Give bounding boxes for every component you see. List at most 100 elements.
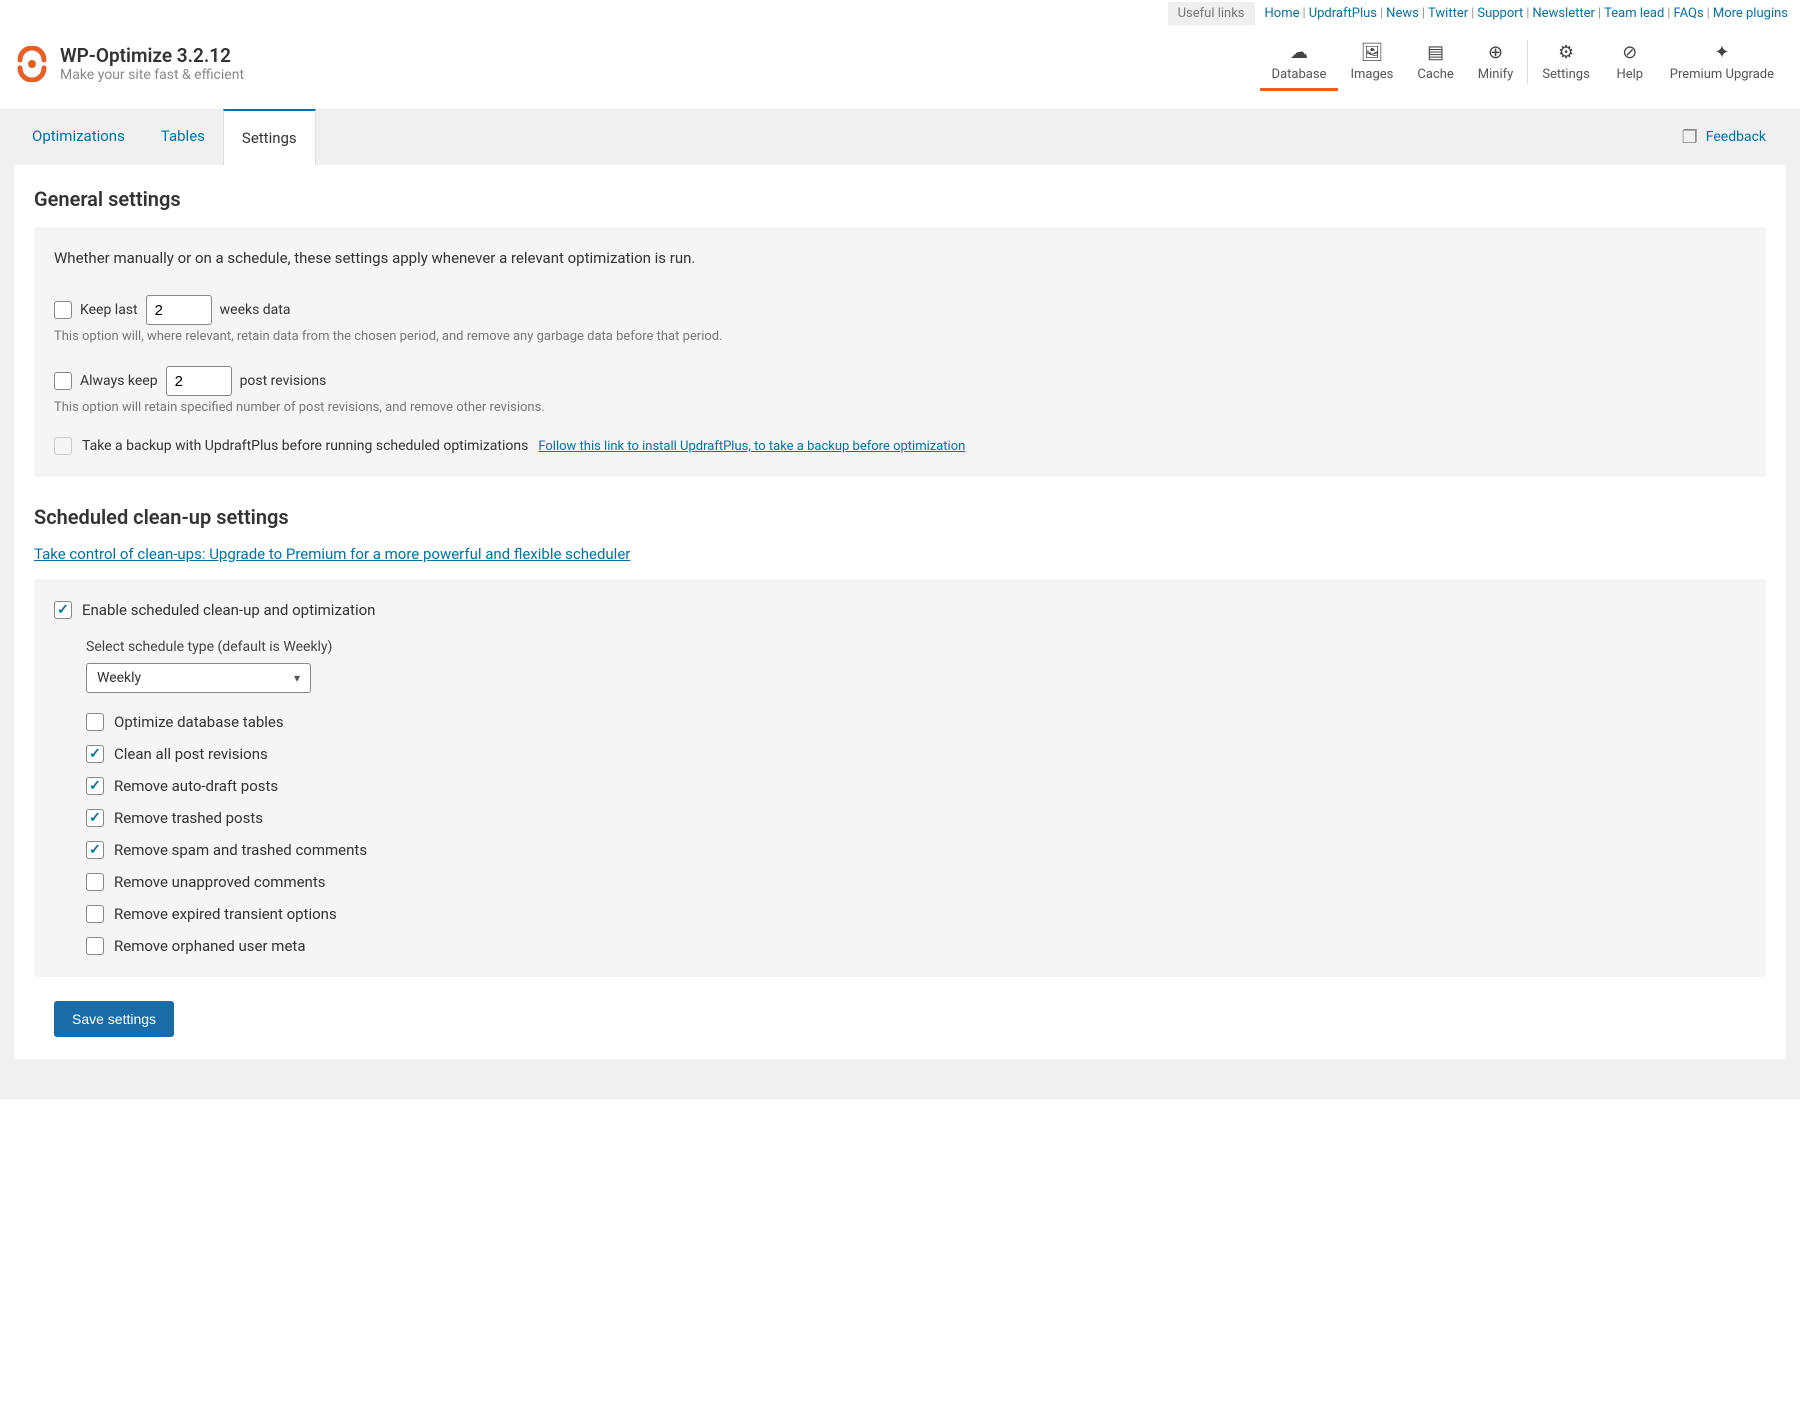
schedule-option-checkbox[interactable] — [86, 937, 104, 955]
schedule-option-row: Remove spam and trashed comments — [86, 841, 1746, 859]
nav-label: Database — [1272, 67, 1327, 82]
backup-checkbox[interactable] — [54, 437, 72, 455]
top-link-more-plugins[interactable]: More plugins — [1713, 6, 1788, 21]
feedback-link[interactable]: ❐ Feedback — [1682, 127, 1786, 148]
logo: WP-Optimize 3.2.12 Make your site fast &… — [14, 44, 244, 83]
premium-upgrade-link[interactable]: Take control of clean-ups: Upgrade to Pr… — [34, 545, 630, 563]
schedule-option-row: Remove unapproved comments — [86, 873, 1746, 891]
schedule-options-list: Optimize database tables Clean all post r… — [86, 713, 1746, 955]
schedule-option-row: Remove expired transient options — [86, 905, 1746, 923]
top-link-news[interactable]: News — [1386, 6, 1419, 21]
enable-scheduled-label: Enable scheduled clean-up and optimizati… — [82, 601, 375, 619]
nav-help[interactable]: ⊘ Help — [1602, 36, 1658, 88]
content: OptimizationsTablesSettings ❐ Feedback G… — [0, 109, 1800, 1099]
always-keep-pre: Always keep — [80, 373, 158, 389]
nav-label: Help — [1616, 67, 1643, 82]
schedule-option-checkbox[interactable] — [86, 713, 104, 731]
schedule-option-label: Remove unapproved comments — [114, 873, 326, 891]
top-link-twitter[interactable]: Twitter — [1428, 6, 1468, 21]
archive-icon: ▤ — [1427, 42, 1444, 63]
chevron-down-icon: ▾ — [294, 671, 300, 685]
brand-title: WP-Optimize 3.2.12 — [60, 44, 244, 67]
nav-images[interactable]: 🖼 Images — [1338, 36, 1405, 91]
top-link-updraftplus[interactable]: UpdraftPlus — [1309, 6, 1377, 21]
schedule-option-label: Remove orphaned user meta — [114, 937, 305, 955]
sliders-icon: ⚙ — [1558, 42, 1574, 63]
keep-last-post: weeks data — [220, 302, 291, 318]
keep-last-pre: Keep last — [80, 302, 138, 318]
always-keep-row: Always keep post revisions — [54, 366, 1746, 396]
nav-icons: ☁ Database 🖼 Images ▤ Cache ⊕ Minify ⚙ Settings ⊘… — [1260, 36, 1786, 91]
nav-settings[interactable]: ⚙ Settings — [1530, 36, 1601, 88]
top-bar: Useful links Home|UpdraftPlus|News|Twitt… — [0, 0, 1800, 26]
useful-links-label: Useful links — [1168, 2, 1255, 25]
nav-cache[interactable]: ▤ Cache — [1405, 36, 1465, 91]
globe-icon: ⊕ — [1488, 42, 1503, 63]
schedule-option-checkbox[interactable] — [86, 905, 104, 923]
keep-last-desc: This option will, where relevant, retain… — [54, 329, 1746, 344]
always-keep-post: post revisions — [240, 373, 327, 389]
help-icon: ⊘ — [1622, 42, 1637, 63]
feedback-label: Feedback — [1706, 129, 1766, 145]
top-link-support[interactable]: Support — [1477, 6, 1523, 21]
always-keep-input[interactable] — [166, 366, 232, 396]
nav-label: Images — [1350, 67, 1393, 82]
schedule-option-checkbox[interactable] — [86, 809, 104, 827]
keep-last-row: Keep last weeks data — [54, 295, 1746, 325]
cloud-icon: ☁ — [1290, 42, 1308, 63]
top-link-home[interactable]: Home — [1265, 6, 1300, 21]
top-link-team-lead[interactable]: Team lead — [1604, 6, 1664, 21]
backup-install-link[interactable]: Follow this link to install UpdraftPlus,… — [538, 439, 965, 454]
image-icon: 🖼 — [1360, 42, 1383, 63]
save-settings-button[interactable]: Save settings — [54, 1001, 174, 1037]
schedule-option-label: Remove trashed posts — [114, 809, 263, 827]
schedule-option-checkbox[interactable] — [86, 841, 104, 859]
general-intro: Whether manually or on a schedule, these… — [54, 249, 1746, 267]
nav-label: Cache — [1417, 67, 1453, 82]
top-links: Home|UpdraftPlus|News|Twitter|Support|Ne… — [1265, 6, 1788, 21]
nav-label: Premium Upgrade — [1670, 67, 1774, 82]
schedule-option-label: Remove auto-draft posts — [114, 777, 278, 795]
schedule-option-row: Remove orphaned user meta — [86, 937, 1746, 955]
tab-tables[interactable]: Tables — [143, 109, 223, 165]
tabs-bar: OptimizationsTablesSettings ❐ Feedback — [0, 109, 1800, 165]
star-icon: ✦ — [1714, 42, 1729, 63]
backup-label: Take a backup with UpdraftPlus before ru… — [82, 438, 528, 454]
feedback-icon: ❐ — [1682, 127, 1698, 148]
nav-label: Minify — [1478, 67, 1514, 82]
schedule-option-checkbox[interactable] — [86, 873, 104, 891]
schedule-option-checkbox[interactable] — [86, 745, 104, 763]
nav-premium-upgrade[interactable]: ✦ Premium Upgrade — [1658, 36, 1786, 88]
schedule-option-row: Optimize database tables — [86, 713, 1746, 731]
schedule-type-select[interactable]: Weekly ▾ — [86, 663, 311, 693]
tab-optimizations[interactable]: Optimizations — [14, 109, 143, 165]
enable-scheduled-checkbox[interactable] — [54, 601, 72, 619]
schedule-option-label: Remove expired transient options — [114, 905, 337, 923]
header: WP-Optimize 3.2.12 Make your site fast &… — [0, 26, 1800, 109]
schedule-sub: Select schedule type (default is Weekly)… — [86, 639, 1746, 955]
schedule-option-label: Optimize database tables — [114, 713, 284, 731]
nav-minify[interactable]: ⊕ Minify — [1466, 36, 1526, 91]
schedule-option-row: Remove trashed posts — [86, 809, 1746, 827]
top-link-newsletter[interactable]: Newsletter — [1532, 6, 1595, 21]
keep-last-input[interactable] — [146, 295, 212, 325]
always-keep-desc: This option will retain specified number… — [54, 400, 1746, 415]
schedule-type-label: Select schedule type (default is Weekly) — [86, 639, 1746, 655]
general-settings-title: General settings — [34, 187, 1766, 211]
keep-last-checkbox[interactable] — [54, 301, 72, 319]
top-link-faqs[interactable]: FAQs — [1673, 6, 1703, 21]
always-keep-checkbox[interactable] — [54, 372, 72, 390]
schedule-option-label: Clean all post revisions — [114, 745, 268, 763]
tab-settings[interactable]: Settings — [223, 109, 316, 165]
brand-subtitle: Make your site fast & efficient — [60, 67, 244, 83]
general-settings-box: Whether manually or on a schedule, these… — [34, 227, 1766, 477]
scheduled-box: Enable scheduled clean-up and optimizati… — [34, 579, 1766, 977]
schedule-option-checkbox[interactable] — [86, 777, 104, 795]
nav-database[interactable]: ☁ Database — [1260, 36, 1339, 91]
backup-row: Take a backup with UpdraftPlus before ru… — [54, 437, 1746, 455]
schedule-type-value: Weekly — [97, 670, 141, 686]
schedule-option-row: Remove auto-draft posts — [86, 777, 1746, 795]
nav-label: Settings — [1542, 67, 1589, 82]
logo-icon — [14, 46, 50, 82]
nav-divider — [1527, 40, 1528, 84]
